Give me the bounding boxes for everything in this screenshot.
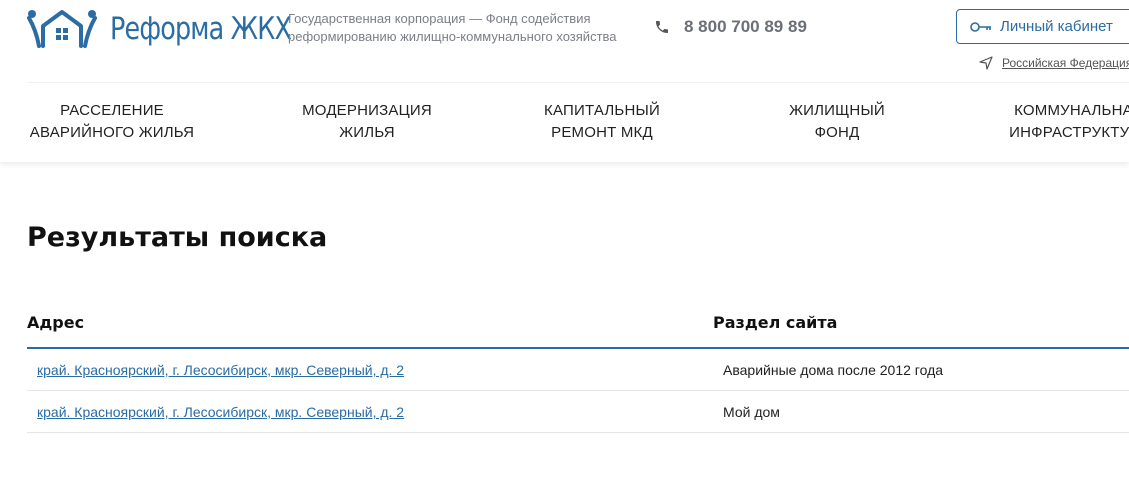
org-line-1: Государственная корпорация — Фонд содейс… xyxy=(288,11,591,26)
personal-cabinet-button[interactable]: Личный кабинет xyxy=(956,9,1129,44)
site-logo[interactable]: Реформа ЖКХ xyxy=(26,6,292,50)
key-icon xyxy=(970,21,991,32)
phone-number[interactable]: 8 800 700 89 89 xyxy=(684,17,807,37)
phone-icon xyxy=(656,21,668,33)
table-row: край. Красноярский, г. Лесосибирск, мкр.… xyxy=(27,391,1129,433)
column-header-address: Адрес xyxy=(27,313,85,332)
phone-contact[interactable]: 8 800 700 89 89 xyxy=(654,17,807,37)
nav-item-modernization[interactable]: МОДЕРНИЗАЦИЯ ЖИЛЬЯ xyxy=(290,100,444,144)
personal-cabinet-label: Личный кабинет xyxy=(1000,18,1113,35)
region-label[interactable]: Российская Федерация xyxy=(1002,56,1129,70)
table-row: край. Красноярский, г. Лесосибирск, мкр.… xyxy=(27,349,1129,391)
result-address-link[interactable]: край. Красноярский, г. Лесосибирск, мкр.… xyxy=(37,362,404,378)
org-description: Государственная корпорация — Фонд содейс… xyxy=(288,10,648,46)
nav-item-capital-repair[interactable]: КАПИТАЛЬНЫЙ РЕМОНТ МКД xyxy=(530,100,674,144)
site-header: Реформа ЖКХ Государственная корпорация —… xyxy=(0,0,1129,162)
nav-item-communal-infrastructure[interactable]: КОММУНАЛЬНАЯ ИНФРАСТРУКТУРА xyxy=(1004,100,1129,144)
search-results-table: Адрес Раздел сайта край. Красноярский, г… xyxy=(27,307,1129,433)
result-section: Мой дом xyxy=(723,404,780,420)
result-address-link[interactable]: край. Красноярский, г. Лесосибирск, мкр.… xyxy=(37,404,404,420)
location-arrow-icon xyxy=(979,56,993,70)
page-title: Результаты поиска xyxy=(27,222,328,253)
table-header: Адрес Раздел сайта xyxy=(27,307,1129,349)
region-selector[interactable]: Российская Федерация xyxy=(978,55,1129,71)
nav-item-resettlement[interactable]: РАССЕЛЕНИЕ АВАРИЙНОГО ЖИЛЬЯ xyxy=(28,100,196,144)
logo-text: Реформа ЖКХ xyxy=(110,11,292,47)
header-divider xyxy=(27,82,1129,83)
org-line-2: реформированию жилищно-коммунального хоз… xyxy=(288,29,617,44)
logo-houses-icon xyxy=(27,10,97,48)
result-section: Аварийные дома после 2012 года xyxy=(723,362,944,378)
column-header-section: Раздел сайта xyxy=(713,313,838,332)
nav-item-housing-fund[interactable]: ЖИЛИЩНЫЙ ФОНД xyxy=(770,100,904,144)
